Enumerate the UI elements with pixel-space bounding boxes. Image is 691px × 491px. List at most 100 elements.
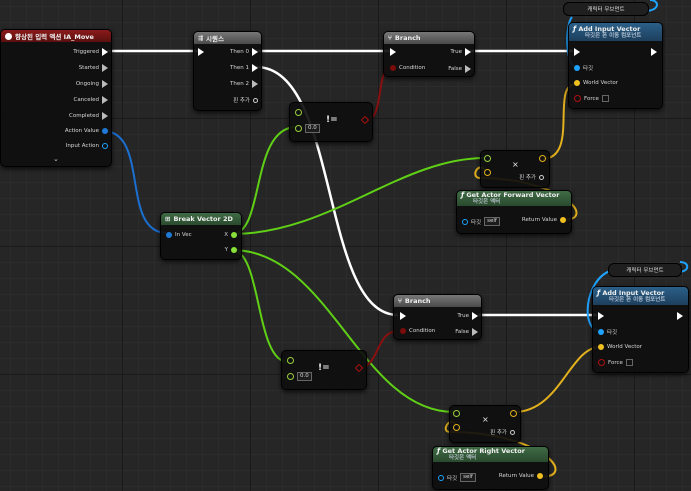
break-vector-2d-node[interactable]: ⊞ Break Vector 2D In Vec X Y	[160, 212, 242, 260]
mult2-input-b[interactable]	[453, 424, 460, 431]
branch1-exec-in[interactable]	[390, 48, 396, 56]
ne1-output[interactable]	[360, 115, 370, 125]
right-return-value[interactable]: Return Value	[499, 473, 543, 479]
right-target[interactable]: 타깃 self	[438, 473, 476, 482]
forward-self-field[interactable]: self	[484, 217, 500, 226]
add-input1-exec-in[interactable]	[574, 48, 580, 56]
mult2-add-pin-button[interactable]: 핀 추가	[490, 428, 515, 436]
not-equal-node-1[interactable]: 0.0 !=	[289, 102, 373, 142]
sequence-node[interactable]: ⇶ 시퀀스 Then 0 Then 1 Then 2 핀 추가	[193, 31, 262, 111]
add-input2-exec-out[interactable]	[677, 312, 683, 320]
mult1-input-a[interactable]	[484, 155, 491, 162]
pin-canceled[interactable]: Canceled	[73, 96, 108, 104]
pin-action-value[interactable]: Action Value	[65, 128, 108, 134]
mult2-output[interactable]	[510, 410, 517, 417]
branch-icon: ⑂	[398, 297, 402, 305]
ne1-input-b[interactable]: 0.0	[295, 124, 320, 133]
event-title: 향상된 입력 액션 IA_Move	[15, 33, 94, 41]
sequence-then0[interactable]: Then 0	[230, 48, 258, 56]
ne2-input-b[interactable]: 0.0	[287, 372, 312, 381]
break-icon: ⊞	[165, 215, 171, 223]
mult1-add-pin-button[interactable]: 핀 추가	[519, 173, 544, 181]
function-icon: ƒ	[461, 191, 465, 199]
function-icon: ƒ	[597, 288, 601, 297]
vector-wire-action-value	[102, 130, 168, 234]
multiply-node-1[interactable]: × 핀 추가	[480, 150, 550, 188]
add-input2-force[interactable]: Force	[598, 359, 633, 366]
sequence-then1[interactable]: Then 1	[230, 64, 258, 72]
sequence-header: ⇶ 시퀀스	[194, 32, 261, 44]
event-node-ia-move[interactable]: 향상된 입력 액션 IA_Move Triggered Started Ongo…	[0, 29, 112, 167]
get-actor-forward-vector-node[interactable]: ƒ Get Actor Forward Vector 타깃은 액터 타깃 self…	[456, 190, 572, 234]
force-checkbox[interactable]	[625, 359, 633, 366]
float-wire-y-notequal2	[231, 249, 289, 363]
pin-completed[interactable]: Completed	[69, 112, 108, 120]
add-input1-force[interactable]: Force	[574, 95, 609, 102]
branch2-false[interactable]: False	[455, 328, 478, 336]
pin-started[interactable]: Started	[79, 64, 108, 72]
mult2-label: ×	[482, 415, 489, 424]
add-input2-target[interactable]: 타깃	[598, 328, 617, 336]
mult1-input-b[interactable]	[484, 169, 491, 176]
branch1-true[interactable]: True	[450, 48, 471, 56]
branch-icon: ⑂	[388, 34, 392, 42]
add-input1-exec-out[interactable]	[651, 48, 657, 56]
chevron-down-icon[interactable]: ⌄	[53, 155, 59, 163]
add-input-vector-node-2[interactable]: ƒ Add Input Vector 타깃은 폰 이동 컴포넌트 타깃 Worl…	[592, 286, 689, 373]
sequence-icon: ⇶	[198, 34, 204, 42]
break-vector-x[interactable]: X	[224, 232, 237, 238]
branch2-condition[interactable]: Condition	[400, 328, 435, 334]
forward-target[interactable]: 타깃 self	[462, 217, 500, 226]
sequence-add-pin-button[interactable]: 핀 추가	[233, 96, 258, 104]
mult2-input-a[interactable]	[453, 410, 460, 417]
force-checkbox[interactable]	[601, 95, 609, 102]
right-self-field[interactable]: self	[460, 473, 476, 482]
ne2-label: !=	[318, 363, 330, 373]
character-movement-ref-2[interactable]: 캐릭터 무브먼트	[608, 263, 682, 277]
add-input2-header: ƒ Add Input Vector 타깃은 폰 이동 컴포넌트	[593, 287, 688, 305]
event-icon	[5, 32, 12, 40]
mult1-output[interactable]	[539, 155, 546, 162]
vector-wire-mult2-add2	[513, 346, 601, 413]
branch2-exec-in[interactable]	[400, 312, 406, 320]
pin-ongoing[interactable]: Ongoing	[76, 80, 108, 88]
multiply-node-2[interactable]: × 핀 추가	[449, 405, 521, 443]
add-input-vector-node-1[interactable]: ƒ Add Input Vector 타깃은 폰 이동 컴포넌트 타깃 Worl…	[568, 22, 663, 109]
add-input1-subtitle: 타깃은 폰 이동 컴포넌트	[585, 32, 642, 39]
not-equal-node-2[interactable]: 0.0 !=	[281, 350, 367, 390]
get-actor-right-vector-node[interactable]: ƒ Get Actor Right Vector 타깃은 액터 타깃 self R…	[432, 446, 549, 490]
branch2-header: ⑂ Branch	[394, 295, 481, 307]
sequence-then2[interactable]: Then 2	[230, 80, 258, 88]
break-vector-invec[interactable]: In Vec	[166, 232, 192, 238]
branch1-condition[interactable]: Condition	[390, 65, 425, 71]
break-vector-header: ⊞ Break Vector 2D	[161, 213, 241, 225]
ne2-input-a[interactable]	[287, 357, 294, 364]
forward-return-value[interactable]: Return Value	[522, 217, 566, 223]
add-input1-target[interactable]: 타깃	[574, 64, 593, 72]
pin-triggered[interactable]: Triggered	[73, 48, 108, 56]
event-node-header: 향상된 입력 액션 IA_Move	[1, 30, 111, 42]
ne1-input-a[interactable]	[295, 109, 302, 116]
add-input2-world-vector[interactable]: World Vector	[598, 344, 642, 350]
ne2-output[interactable]	[354, 363, 364, 373]
sequence-exec-in[interactable]	[198, 48, 204, 56]
branch2-true[interactable]: True	[457, 312, 478, 320]
function-icon: ƒ	[437, 447, 441, 455]
pin-input-action[interactable]: Input Action	[66, 143, 108, 149]
add-input2-exec-in[interactable]	[598, 312, 604, 320]
branch1-false[interactable]: False	[448, 65, 471, 73]
branch-node-2[interactable]: ⑂ Branch Condition True False	[393, 294, 482, 340]
float-wire-x-multiply1	[231, 157, 486, 235]
mult1-label: ×	[512, 160, 519, 169]
forward-subtitle: 타깃은 액터	[473, 199, 501, 205]
right-header: ƒ Get Actor Right Vector 타깃은 액터	[433, 447, 548, 462]
forward-header: ƒ Get Actor Forward Vector 타깃은 액터	[457, 191, 571, 206]
right-subtitle: 타깃은 액터	[449, 455, 477, 461]
ne1-label: !=	[326, 115, 338, 125]
add-input1-world-vector[interactable]: World Vector	[574, 80, 618, 86]
break-vector-y[interactable]: Y	[225, 247, 237, 253]
branch-node-1[interactable]: ⑂ Branch Condition True False	[383, 31, 475, 77]
function-icon: ƒ	[573, 24, 577, 33]
add-pin-icon	[539, 174, 544, 180]
character-movement-ref-1[interactable]: 캐릭터 무브먼트	[563, 2, 649, 16]
